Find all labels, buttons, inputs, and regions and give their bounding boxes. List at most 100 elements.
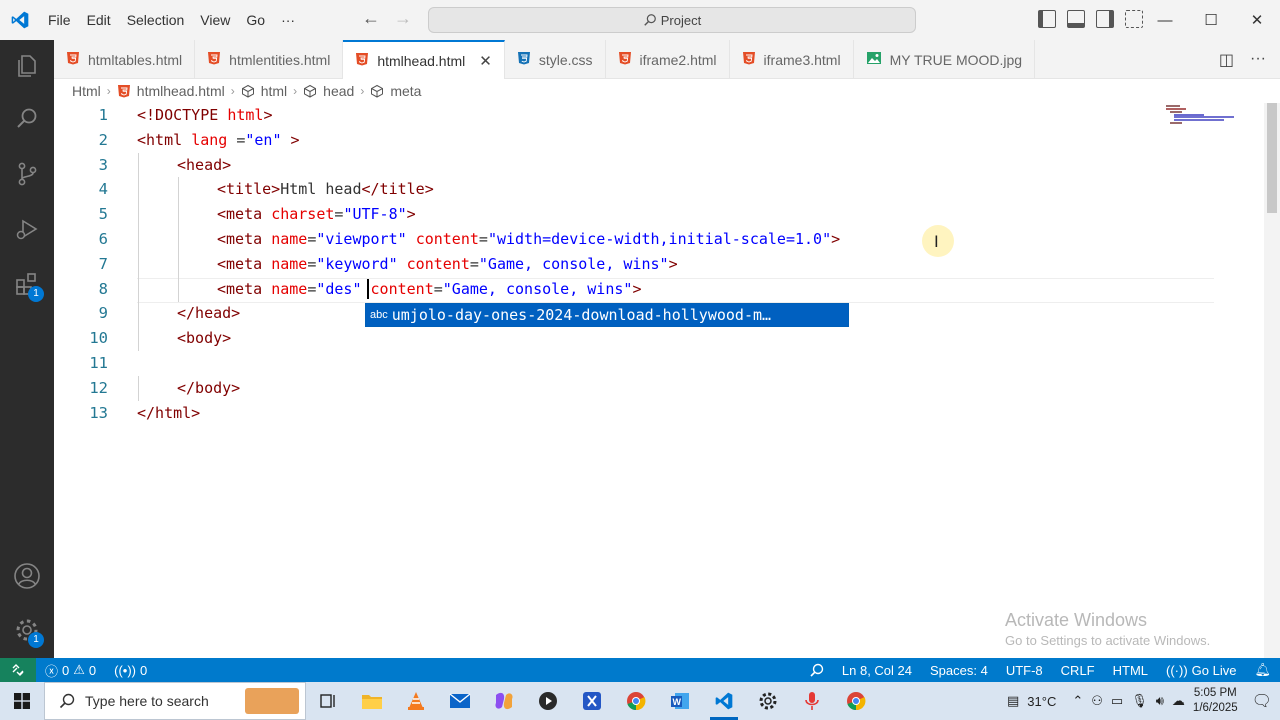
tab-htmlentities-html[interactable]: htmlentities.html xyxy=(195,40,344,79)
problems-indicator[interactable]: ⓧ 0 ⚠ 0 xyxy=(36,661,105,680)
meet-now-icon[interactable]: ⚇ xyxy=(1091,693,1103,709)
vscode-taskbar-icon[interactable] xyxy=(702,682,746,720)
run-debug-icon[interactable] xyxy=(0,205,54,253)
code-line[interactable]: 7 <meta name="keyword" content="Game, con… xyxy=(54,252,1264,277)
html5-icon xyxy=(207,51,221,68)
code-line[interactable]: 11 xyxy=(54,351,1264,376)
code-line[interactable]: 3 <head> xyxy=(54,153,1264,178)
temperature[interactable]: 31°C xyxy=(1027,694,1056,709)
remote-indicator-icon[interactable] xyxy=(0,658,36,682)
encoding[interactable]: UTF-8 xyxy=(997,663,1052,678)
code-editor[interactable]: 1 <!DOCTYPE html> 2 <html lang ="en" >3 <hea… xyxy=(54,103,1264,658)
chevron-up-icon[interactable]: ⌃ xyxy=(1072,693,1083,709)
vlc-icon[interactable] xyxy=(394,682,438,720)
code-token: name xyxy=(271,254,308,273)
snipping-tool-icon[interactable] xyxy=(570,682,614,720)
line-number: 10 xyxy=(89,329,108,348)
chrome-profile-icon[interactable] xyxy=(834,682,878,720)
tab-my-true-mood-jpg[interactable]: MY TRUE MOOD.jpg xyxy=(854,40,1036,79)
toggle-panel-icon[interactable] xyxy=(1067,10,1085,28)
more-actions-icon[interactable]: ··· xyxy=(1250,50,1266,70)
code-line[interactable]: 8 <meta name="des" content="Game, console… xyxy=(54,277,1264,302)
settings-gear-icon[interactable] xyxy=(746,682,790,720)
scrollbar-thumb[interactable] xyxy=(1267,103,1277,213)
close-window-icon[interactable]: ✕ xyxy=(1234,0,1280,40)
volume-icon[interactable]: 🔊︎ xyxy=(1156,693,1164,709)
tab-style-css[interactable]: style.css xyxy=(505,40,606,79)
line-ending[interactable]: CRLF xyxy=(1052,663,1104,678)
customize-layout-icon[interactable] xyxy=(1125,10,1143,28)
suggestion-kind-icon: abc xyxy=(370,309,388,321)
split-editor-icon[interactable]: ◫ xyxy=(1219,50,1234,70)
code-line[interactable]: 2 <html lang ="en" > xyxy=(54,128,1264,153)
toggle-secondary-sidebar-icon[interactable] xyxy=(1096,10,1114,28)
code-token: content xyxy=(406,254,470,273)
code-line[interactable]: 1 <!DOCTYPE html> xyxy=(54,103,1264,128)
clock[interactable]: 5:05 PM 1/6/2025 xyxy=(1193,686,1238,716)
go-live-button[interactable]: ((·)) Go Live xyxy=(1157,663,1245,678)
code-token: <title> xyxy=(217,180,281,199)
breadcrumb-file[interactable]: htmlhead.html xyxy=(137,83,225,99)
tab-htmltables-html[interactable]: htmltables.html xyxy=(54,40,196,79)
autocomplete-suggestion[interactable]: abc umjolo-day-ones-2024-download-hollyw… xyxy=(365,303,849,327)
notifications-bell-icon[interactable]: 🔔︎ xyxy=(1245,662,1280,678)
vertical-scrollbar[interactable] xyxy=(1264,103,1280,658)
cursor-position[interactable]: Ln 8, Col 24 xyxy=(833,663,921,678)
weather-icon[interactable]: ▤ xyxy=(1007,693,1019,709)
manage-gear-icon[interactable]: 1 xyxy=(0,606,54,654)
breadcrumb-meta[interactable]: meta xyxy=(390,83,421,99)
explorer-icon[interactable] xyxy=(0,42,54,90)
language-mode[interactable]: HTML xyxy=(1104,663,1157,678)
code-line[interactable]: 13 </html> xyxy=(54,401,1264,426)
media-player-icon[interactable] xyxy=(526,682,570,720)
toggle-primary-sidebar-icon[interactable] xyxy=(1038,10,1056,28)
file-explorer-icon[interactable] xyxy=(350,682,394,720)
forward-arrow-icon[interactable]: → xyxy=(394,8,412,29)
extensions-icon[interactable]: 1 xyxy=(0,260,54,308)
network-icon[interactable]: ▭ xyxy=(1111,693,1123,709)
source-control-icon[interactable] xyxy=(0,150,54,198)
indent-guide xyxy=(138,326,139,352)
tab-iframe3-html[interactable]: iframe3.html xyxy=(730,40,854,79)
copilot-icon[interactable] xyxy=(482,682,526,720)
minimize-icon[interactable]: — xyxy=(1142,0,1188,40)
code-line[interactable]: 10 <body> xyxy=(54,326,1264,351)
menu-file[interactable]: File xyxy=(40,0,79,40)
taskbar-search-box[interactable]: Type here to search xyxy=(44,682,306,720)
code-line[interactable]: 5 <meta charset="UTF-8"> xyxy=(54,202,1264,227)
breadcrumb-html[interactable]: html xyxy=(261,83,287,99)
code-line[interactable]: 12 </body> xyxy=(54,376,1264,401)
minimap[interactable] xyxy=(1166,103,1238,127)
windows-start-icon[interactable] xyxy=(0,682,44,720)
menu-edit[interactable]: Edit xyxy=(79,0,119,40)
onedrive-icon[interactable]: ☁ xyxy=(1172,693,1185,709)
indentation[interactable]: Spaces: 4 xyxy=(921,663,997,678)
menu-selection[interactable]: Selection xyxy=(119,0,193,40)
account-icon[interactable] xyxy=(0,552,54,600)
watermark-title: Activate Windows xyxy=(1005,610,1148,630)
breadcrumb-folder[interactable]: Html xyxy=(72,83,101,99)
code-line[interactable]: 6 <meta name="viewport" content="width=de… xyxy=(54,227,1264,252)
command-center[interactable]: Project xyxy=(428,7,916,33)
word-icon[interactable]: W xyxy=(658,682,702,720)
ports-indicator[interactable]: ((•)) 0 xyxy=(105,663,156,678)
task-view-icon[interactable] xyxy=(306,682,350,720)
notification-center-icon[interactable]: 🗨︎ xyxy=(1252,691,1272,711)
search-icon[interactable] xyxy=(0,95,54,143)
chrome-icon[interactable] xyxy=(614,682,658,720)
code-line[interactable]: 4 <title>Html head</title> xyxy=(54,177,1264,202)
maximize-icon[interactable]: ☐ xyxy=(1188,0,1234,40)
tab-iframe2-html[interactable]: iframe2.html xyxy=(606,40,730,79)
menu-more[interactable]: ··· xyxy=(273,0,303,40)
mail-icon[interactable] xyxy=(438,682,482,720)
line-number: 3 xyxy=(98,155,108,174)
tab-htmlhead-html[interactable]: htmlhead.html ✕ xyxy=(343,40,505,79)
breadcrumb-head[interactable]: head xyxy=(323,83,354,99)
microphone-icon[interactable] xyxy=(790,682,834,720)
tab-close-icon[interactable]: ✕ xyxy=(479,52,492,70)
menu-go[interactable]: Go xyxy=(238,0,273,40)
zoom-icon[interactable] xyxy=(801,663,833,677)
back-arrow-icon[interactable]: ← xyxy=(362,8,380,29)
microphone-tray-icon[interactable]: 🎙︎ xyxy=(1131,693,1148,709)
menu-view[interactable]: View xyxy=(192,0,238,40)
